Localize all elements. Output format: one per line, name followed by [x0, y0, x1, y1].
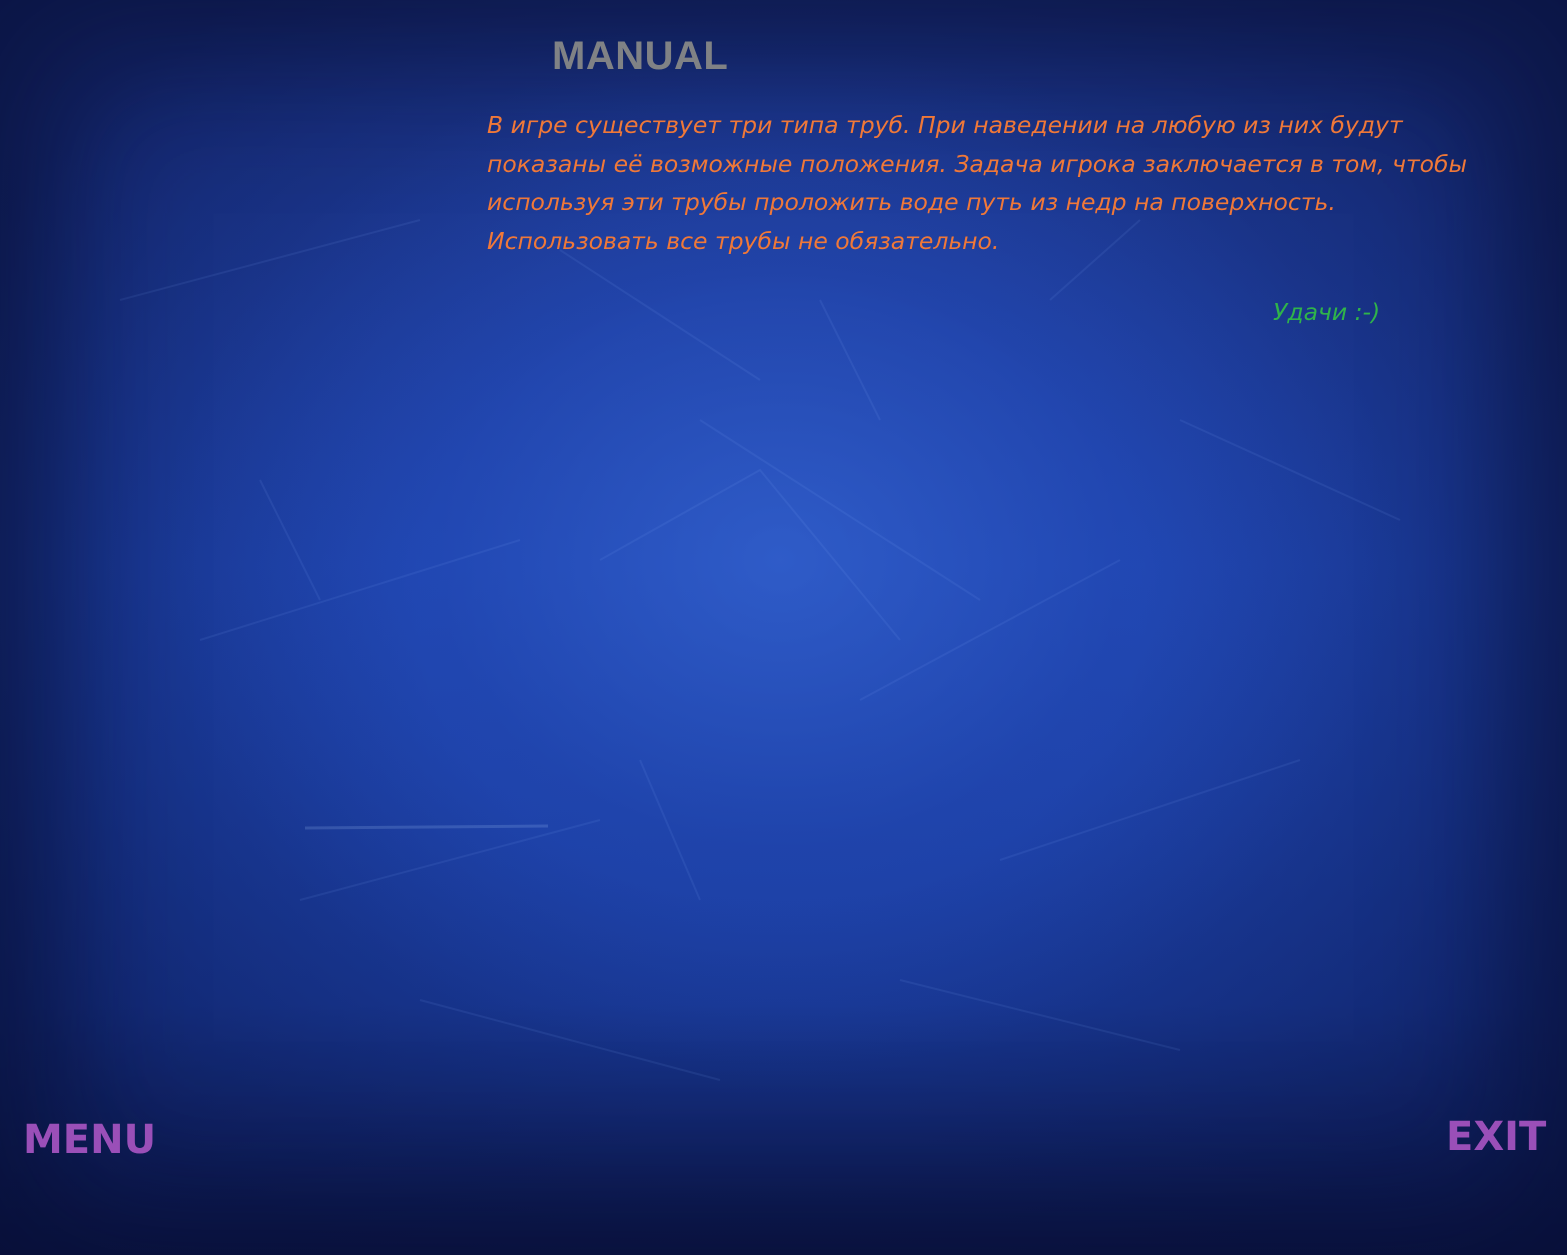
- menu-button[interactable]: MENU: [23, 1117, 156, 1163]
- instructions-text: В игре существует три типа труб. При нав…: [487, 111, 1468, 255]
- page-title: MANUAL: [552, 34, 729, 78]
- exit-button[interactable]: EXIT: [1446, 1114, 1546, 1160]
- good-luck-text: Удачи :-): [1273, 298, 1381, 326]
